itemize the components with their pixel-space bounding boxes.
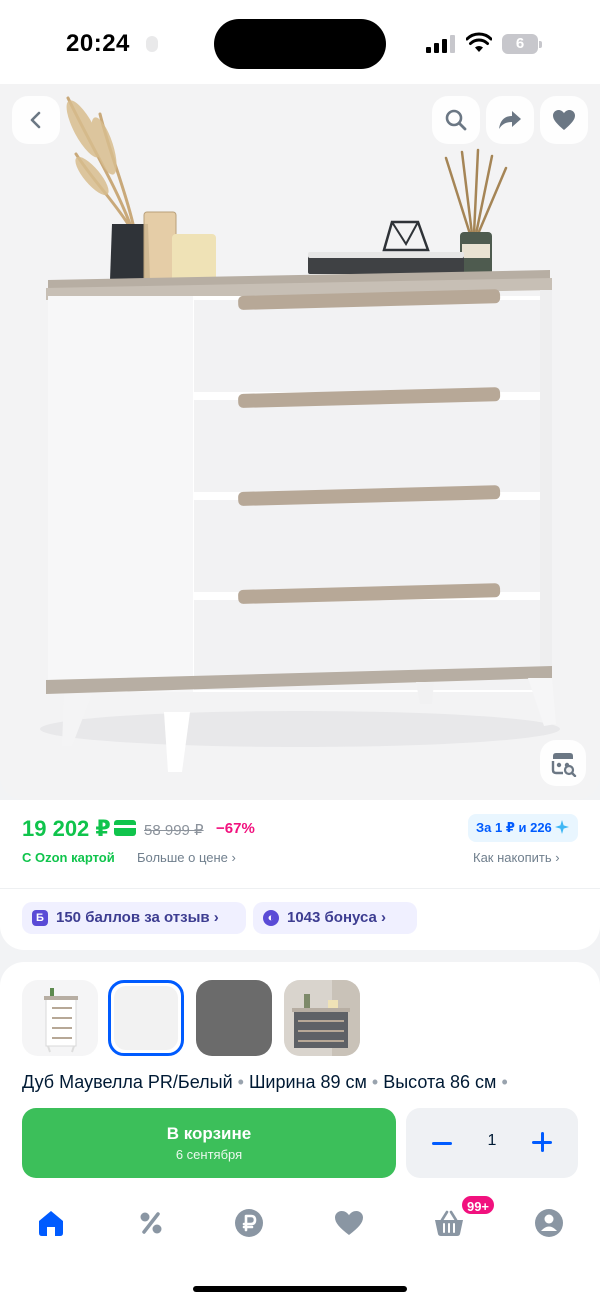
product-image: [40, 96, 560, 772]
favorite-button[interactable]: [540, 96, 588, 144]
variant-thumb-white[interactable]: [108, 980, 184, 1056]
variant-image: [44, 988, 78, 1053]
variant-image: [284, 980, 360, 1056]
bonus-chip[interactable]: ◐ 1043 бонуса ›: [253, 902, 417, 934]
discount-badge: −67%: [216, 820, 255, 837]
decrease-quantity-button[interactable]: [432, 1130, 452, 1156]
old-price: 58 999 ₽: [144, 822, 204, 839]
back-button[interactable]: [12, 96, 60, 144]
percent-icon: [140, 1212, 162, 1234]
status-time: 20:24: [66, 30, 130, 57]
status-bar: 20:24 6: [0, 0, 600, 84]
delivery-date: 6 сентября: [175, 1147, 243, 1162]
purchase-section: Дуб Маувелла PR/Белый • Ширина 89 см • Высот…: [0, 962, 600, 1303]
price-section: 19 202 ₽ 58 999 ₽ −67% С Ozon картой Бол…: [0, 800, 600, 950]
variant-thumb-grey-dresser[interactable]: [284, 980, 360, 1056]
variant-thumb-grey[interactable]: [196, 980, 272, 1056]
bonus-label: 1043 бонуса ›: [287, 909, 387, 926]
spec-color: Дуб Маувелла PR/Белый: [22, 1072, 233, 1092]
cart-icon: [435, 1210, 463, 1236]
wifi-icon: [466, 32, 492, 52]
share-icon: [499, 111, 521, 129]
location-indicator: [146, 36, 158, 52]
battery-icon: 6: [502, 34, 542, 54]
in-cart-label: В корзине: [166, 1124, 252, 1143]
points-icon: Б: [32, 910, 48, 926]
spec-height: Высота 86 см: [383, 1072, 497, 1092]
in-cart-button[interactable]: В корзине 6 сентября: [22, 1108, 396, 1178]
points-pill[interactable]: За 1 ₽ и 226: [468, 814, 578, 842]
quantity-stepper: 1: [406, 1108, 578, 1178]
tab-profile[interactable]: [532, 1206, 566, 1240]
back-icon: [30, 111, 41, 129]
points-pill-label: За 1 ₽ и 226: [476, 820, 552, 835]
share-button[interactable]: [486, 96, 534, 144]
dynamic-island: [214, 19, 386, 69]
signal-icon: [426, 35, 456, 53]
product-page: 20:24 6 19 202 ₽ 58 999 ₽ −67% С Ozon ка…: [0, 0, 600, 1303]
how-to-collect-link[interactable]: Как накопить ›: [473, 850, 560, 865]
tab-sales[interactable]: [134, 1206, 168, 1240]
tab-home[interactable]: [34, 1206, 68, 1240]
search-button[interactable]: [432, 96, 480, 144]
ozon-card-icon: [114, 820, 136, 836]
bonus-icon: ◐: [263, 910, 279, 926]
heart-icon: [553, 110, 575, 130]
home-icon: [39, 1211, 63, 1236]
more-price-link[interactable]: Больше о цене ›: [137, 850, 236, 865]
increase-quantity-button[interactable]: [532, 1132, 552, 1152]
ruble-icon: [235, 1209, 263, 1237]
home-indicator: [193, 1286, 407, 1292]
color-swatch-white: [114, 986, 178, 1050]
product-gallery[interactable]: [0, 84, 600, 800]
visual-search-icon: [551, 753, 577, 777]
search-icon: [445, 109, 467, 131]
divider: [0, 888, 600, 889]
profile-icon: [535, 1209, 563, 1237]
battery-level: 6: [502, 34, 538, 54]
tab-finance[interactable]: [232, 1206, 266, 1240]
product-specs: Дуб Маувелла PR/Белый • Ширина 89 см • Высот…: [22, 1072, 508, 1092]
sparkle-icon: [555, 820, 570, 834]
review-points-label: 150 баллов за отзыв ›: [56, 909, 219, 926]
ozon-card-note: С Ozon картой: [22, 850, 115, 865]
tab-favorites[interactable]: [332, 1206, 366, 1240]
cart-count-badge: 99+: [460, 1194, 496, 1216]
quantity-value: 1: [487, 1132, 497, 1149]
variant-thumb-white-dresser[interactable]: [22, 980, 98, 1056]
review-points-chip[interactable]: Б 150 баллов за отзыв ›: [22, 902, 246, 934]
heart-icon: [335, 1211, 363, 1235]
current-price: 19 202 ₽: [22, 816, 111, 841]
visual-search-button[interactable]: [540, 740, 586, 786]
spec-width: Ширина 89 см: [248, 1072, 367, 1092]
